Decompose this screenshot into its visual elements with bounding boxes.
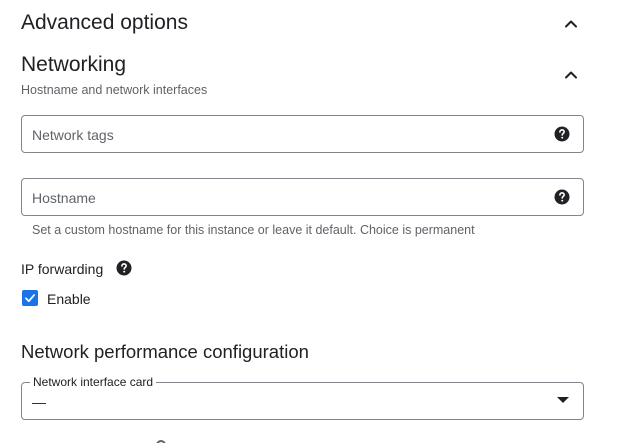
- help-icon[interactable]: [553, 125, 571, 143]
- network-performance-title: Network performance configuration: [21, 341, 309, 362]
- chevron-up-icon: [565, 71, 577, 79]
- help-icon[interactable]: [553, 188, 571, 206]
- advanced-options-collapse-button[interactable]: [559, 12, 583, 36]
- ip-forwarding-enable-label[interactable]: Enable: [47, 290, 91, 308]
- help-icon[interactable]: [115, 259, 133, 277]
- networking-collapse-button[interactable]: [559, 63, 583, 87]
- page: Advanced options Networking Hostname and…: [0, 0, 638, 443]
- hostname-placeholder: Hostname: [32, 190, 96, 206]
- ip-forwarding-label: IP forwarding: [21, 261, 104, 277]
- hostname-field[interactable]: Hostname: [21, 178, 584, 216]
- network-tags-field[interactable]: Network tags: [21, 115, 584, 153]
- network-interface-card-select[interactable]: Network interface card —: [21, 374, 584, 420]
- advanced-options-title: Advanced options: [21, 11, 188, 34]
- network-tags-placeholder: Network tags: [32, 127, 114, 143]
- hostname-hint: Set a custom hostname for this instance …: [32, 223, 475, 237]
- networking-title: Networking: [21, 53, 127, 76]
- network-interface-card-value: —: [32, 394, 46, 410]
- networking-subtitle: Hostname and network interfaces: [21, 83, 208, 97]
- dropdown-arrow-icon: [557, 397, 569, 403]
- ip-forwarding-checkbox[interactable]: [22, 290, 38, 306]
- network-interface-card-label: Network interface card: [30, 374, 157, 390]
- chevron-up-icon: [565, 20, 577, 28]
- checkmark-icon: [25, 294, 35, 303]
